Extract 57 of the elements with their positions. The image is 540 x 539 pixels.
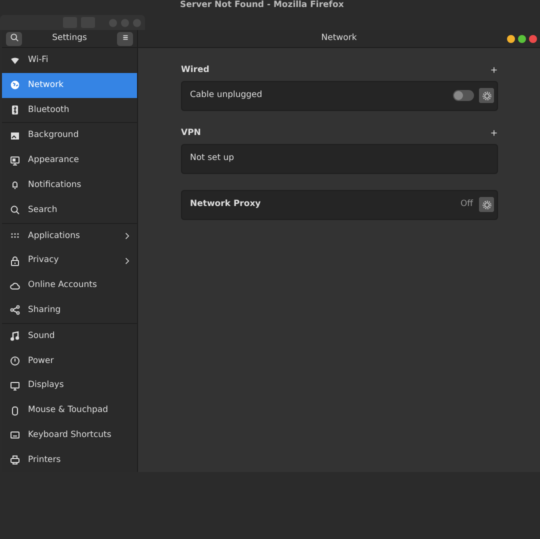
sidebar-item[interactable]: Displays: [2, 373, 137, 398]
sidebar-item[interactable]: Printers: [2, 448, 137, 472]
lock-icon: [10, 256, 20, 266]
row-label: Not set up: [190, 152, 236, 165]
sidebar-item[interactable]: Sharing: [2, 298, 137, 323]
wifi-icon: [10, 55, 20, 66]
gear-icon: [482, 200, 492, 210]
maximize-button[interactable]: [518, 35, 526, 43]
row-label: Network Proxy: [190, 198, 262, 211]
mouse-icon: [10, 406, 20, 416]
share-icon: [10, 305, 20, 316]
keyboard-icon: [10, 430, 20, 440]
image-icon: [10, 130, 20, 141]
sidebar-item[interactable]: Background: [2, 123, 137, 148]
power-icon: [10, 356, 20, 366]
section-heading: VPN: [181, 126, 201, 140]
chevron-right-icon: [123, 256, 131, 265]
search-button[interactable]: [6, 32, 22, 46]
section-heading: Wired: [181, 64, 210, 77]
window-title: Server Not Found - Mozilla Firefox: [179, 0, 345, 12]
sidebar-item[interactable]: Wi-Fi: [2, 48, 137, 73]
plus-icon: [490, 129, 498, 138]
sidebar-item[interactable]: Power: [2, 348, 137, 374]
sidebar-item[interactable]: Online Accounts: [2, 273, 137, 298]
connection-status: Cable unplugged: [190, 89, 264, 102]
status-text: Off: [460, 198, 473, 211]
gear-icon: [482, 90, 492, 101]
cloud-icon: [10, 280, 20, 291]
bell-icon: [10, 180, 20, 190]
printer-icon: [10, 455, 20, 466]
settings-button[interactable]: [479, 197, 494, 212]
music-note-icon: [10, 331, 20, 342]
sidebar-item[interactable]: Network: [2, 72, 137, 98]
monitor-icon: [10, 156, 20, 166]
settings-button[interactable]: [479, 88, 494, 104]
minimize-button[interactable]: [507, 35, 515, 43]
window-title: Network: [321, 32, 357, 45]
display-icon: [10, 380, 20, 391]
sidebar-item[interactable]: Appearance: [2, 148, 137, 173]
sidebar-title: Settings: [52, 32, 87, 45]
menu-icon: [120, 33, 130, 42]
sidebar-item[interactable]: Notifications: [2, 172, 137, 198]
sidebar-item[interactable]: Bluetooth: [2, 98, 137, 122]
sidebar-item[interactable]: Keyboard Shortcuts: [2, 422, 137, 448]
bluetooth-icon: [10, 104, 20, 115]
plus-icon: [490, 66, 498, 74]
sidebar-item[interactable]: Applications: [2, 224, 137, 248]
sidebar-item[interactable]: Privacy: [2, 248, 137, 274]
toggle-switch[interactable]: [453, 90, 474, 102]
sidebar-item[interactable]: Search: [2, 198, 137, 223]
search-icon: [10, 33, 18, 42]
sidebar-item[interactable]: Sound: [2, 324, 137, 349]
chevron-right-icon: [123, 232, 131, 240]
search-icon: [10, 205, 20, 216]
menu-button[interactable]: [117, 32, 133, 46]
close-button[interactable]: [529, 35, 537, 43]
sidebar-item[interactable]: Mouse & Touchpad: [2, 398, 137, 423]
